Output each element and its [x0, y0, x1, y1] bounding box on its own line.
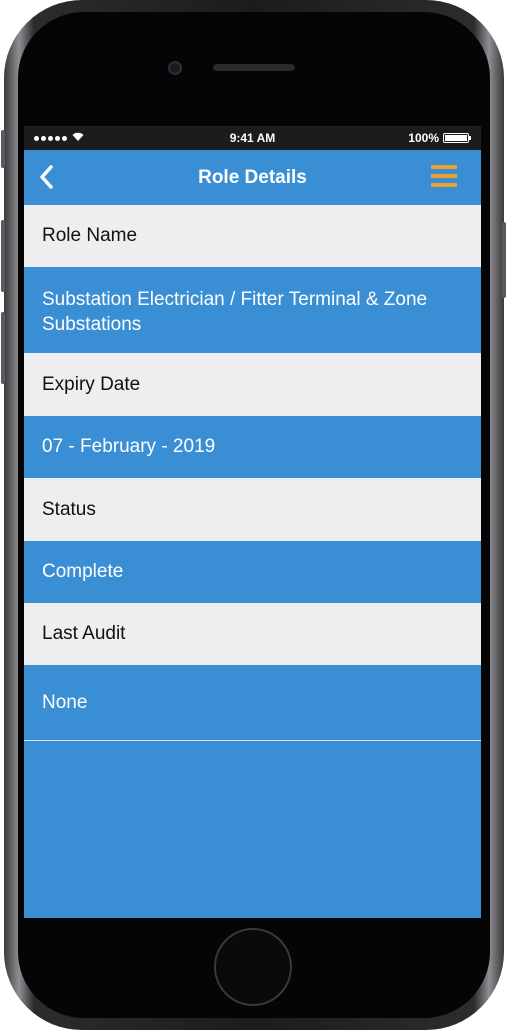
last-audit-value: None: [24, 665, 481, 741]
chevron-left-icon: [40, 165, 53, 189]
volume-down-button: [1, 312, 5, 384]
last-audit-label: Last Audit: [24, 603, 481, 665]
hamburger-menu-icon: [431, 165, 457, 169]
front-camera: [168, 61, 182, 75]
battery-indicator: 100%: [408, 131, 471, 145]
mute-switch: [1, 130, 5, 168]
status-value: Complete: [24, 541, 481, 603]
status-label: Status: [24, 478, 481, 541]
role-name-label: Role Name: [24, 205, 481, 267]
page-title: Role Details: [198, 166, 307, 188]
expiry-date-label: Expiry Date: [24, 353, 481, 416]
hamburger-menu-button[interactable]: [431, 165, 457, 189]
volume-up-button: [1, 220, 5, 292]
back-button[interactable]: [34, 162, 62, 192]
status-bar: 9:41 AM 100%: [24, 126, 481, 150]
power-button: [502, 222, 506, 298]
home-button[interactable]: [214, 928, 292, 1006]
earpiece-speaker: [213, 64, 295, 71]
battery-icon: [443, 133, 471, 143]
signal-dots-icon: [34, 132, 84, 144]
expiry-date-value: 07 - February - 2019: [24, 416, 481, 478]
role-name-value: Substation Electrician / Fitter Terminal…: [24, 267, 481, 353]
navigation-bar: Role Details: [24, 150, 481, 205]
wifi-icon: [72, 132, 84, 144]
battery-percent: 100%: [408, 131, 439, 145]
app-screen: 9:41 AM 100% Role Details Role Name Subs…: [24, 126, 481, 918]
